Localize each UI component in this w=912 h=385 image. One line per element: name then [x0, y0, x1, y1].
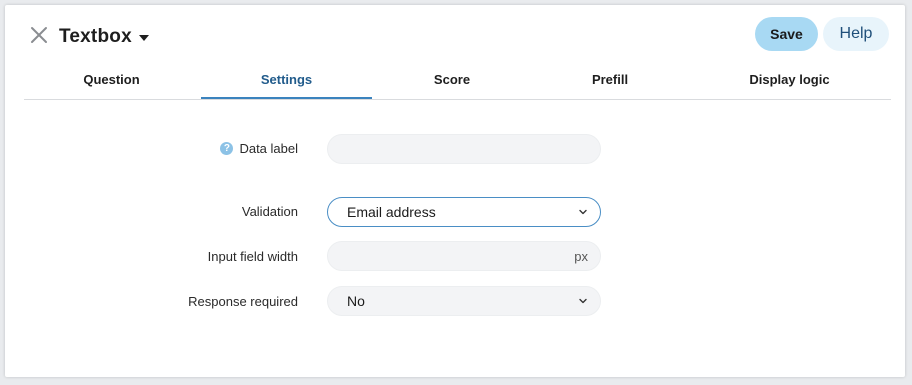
- response-required-label-text: Response required: [188, 294, 298, 309]
- data-label-input[interactable]: [327, 134, 601, 164]
- validation-value: Email address: [347, 204, 436, 220]
- input-width-label: Input field width: [208, 249, 298, 264]
- tab-score[interactable]: Score: [372, 68, 532, 99]
- data-label-label: ? Data label: [220, 141, 298, 156]
- save-button[interactable]: Save: [755, 17, 818, 51]
- page-title: Textbox: [59, 26, 132, 47]
- px-unit-label: px: [574, 248, 588, 264]
- data-label-text: Data label: [239, 141, 298, 156]
- tab-bar: Question Settings Score Prefill Display …: [24, 68, 891, 100]
- settings-panel: Textbox Save Help Question Settings Scor…: [5, 5, 905, 377]
- help-button[interactable]: Help: [823, 17, 889, 51]
- response-required-label: Response required: [188, 294, 298, 309]
- validation-label-text: Validation: [241, 204, 298, 219]
- close-icon[interactable]: [29, 25, 49, 45]
- chevron-down-icon: [579, 298, 587, 304]
- response-required-select[interactable]: No: [327, 286, 601, 316]
- question-circle-icon[interactable]: ?: [220, 142, 234, 155]
- caret-down-icon: [138, 35, 149, 41]
- tab-prefill[interactable]: Prefill: [532, 68, 688, 99]
- validation-label: Validation: [242, 204, 298, 219]
- tab-display-logic[interactable]: Display logic: [688, 68, 891, 99]
- element-type-dropdown[interactable]: Textbox: [59, 24, 149, 50]
- input-width-field[interactable]: px: [327, 241, 601, 271]
- input-width-label-text: Input field width: [207, 249, 298, 264]
- chevron-down-icon: [579, 209, 587, 215]
- response-required-value: No: [347, 293, 365, 309]
- validation-select[interactable]: Email address: [327, 197, 601, 227]
- tab-settings[interactable]: Settings: [201, 68, 372, 99]
- tab-question[interactable]: Question: [24, 68, 199, 99]
